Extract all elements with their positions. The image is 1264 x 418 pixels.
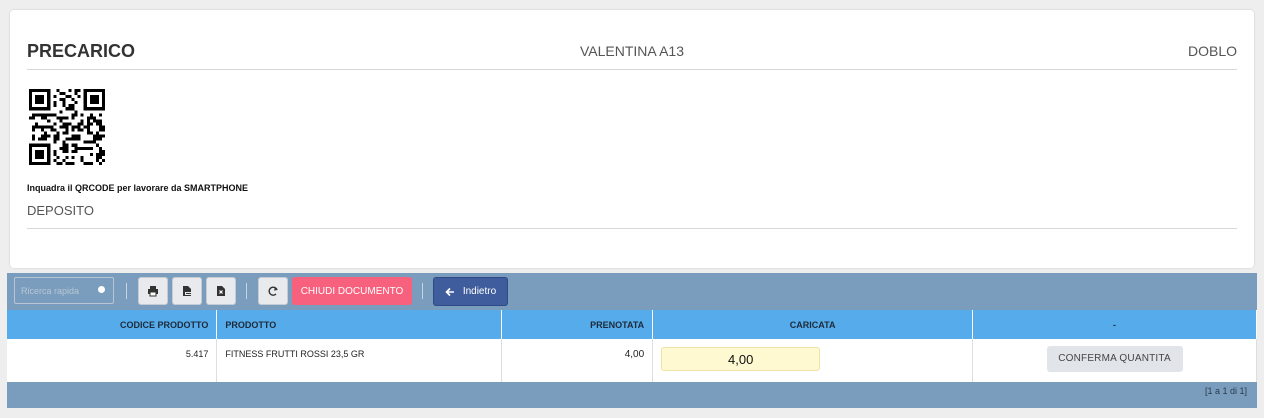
refresh-icon xyxy=(268,286,278,296)
products-table: CODICE PRODOTTO PRODOTTO PRENOTATA CARIC… xyxy=(7,310,1257,382)
qrcode-caption: Inquadra il QRCODE per lavorare da SMART… xyxy=(27,183,249,193)
deposito-label: DEPOSITO xyxy=(27,203,1237,229)
document-card: PRECARICO VALENTINA A13 DOBLO Inquadra i… xyxy=(10,10,1254,268)
conferma-quantita-button[interactable]: CONFERMA QUANTITA xyxy=(1046,346,1183,372)
document-header: PRECARICO VALENTINA A13 DOBLO xyxy=(27,38,1237,70)
qrcode-image xyxy=(29,89,105,165)
cell-prenotata: 4,00 xyxy=(501,339,654,382)
back-button-label: Indietro xyxy=(462,286,497,297)
column-header-prodotto[interactable]: PRODOTTO xyxy=(216,310,503,339)
chiudi-documento-button[interactable]: CHIUDI DOCUMENTO xyxy=(292,277,412,305)
table-row[interactable]: 5.417 FITNESS FRUTTI ROSSI 23,5 GR 4,00 … xyxy=(7,339,1257,382)
refresh-button[interactable] xyxy=(258,277,288,305)
grid-toolbar: CHIUDI DOCUMENTO Indietro xyxy=(7,273,1257,309)
toolbar-divider xyxy=(126,283,127,299)
pager-info: [1 a 1 di 1] xyxy=(1204,386,1247,396)
back-button[interactable]: Indietro xyxy=(433,277,508,306)
print-button[interactable] xyxy=(138,277,168,305)
cell-prodotto: FITNESS FRUTTI ROSSI 23,5 GR xyxy=(216,339,503,382)
pdf-icon xyxy=(183,286,192,296)
quick-search[interactable] xyxy=(14,277,114,304)
cell-codice: 5.417 xyxy=(7,339,218,382)
pdf-export-button[interactable] xyxy=(172,277,202,305)
print-icon xyxy=(148,286,158,297)
column-header-actions: - xyxy=(972,310,1257,339)
caricata-quantity-input[interactable] xyxy=(661,347,821,371)
cell-caricata xyxy=(652,339,974,382)
operator-name: VALENTINA A13 xyxy=(579,43,684,59)
arrow-left-icon xyxy=(445,287,454,296)
excel-export-button[interactable] xyxy=(206,277,236,305)
search-icon xyxy=(98,286,105,293)
table-header-row: CODICE PRODOTTO PRODOTTO PRENOTATA CARIC… xyxy=(7,310,1257,339)
vehicle-name: DOBLO xyxy=(1187,43,1237,59)
column-header-caricata[interactable]: CARICATA xyxy=(652,310,974,339)
grid-panel: CHIUDI DOCUMENTO Indietro CODICE PRODOTT… xyxy=(7,273,1257,408)
column-header-codice[interactable]: CODICE PRODOTTO xyxy=(7,310,218,339)
column-header-prenotata[interactable]: PRENOTATA xyxy=(501,310,654,339)
toolbar-divider xyxy=(246,283,247,299)
excel-icon xyxy=(217,286,225,296)
toolbar-divider xyxy=(422,283,423,299)
cell-action: CONFERMA QUANTITA xyxy=(972,339,1257,382)
search-input[interactable] xyxy=(15,278,99,303)
